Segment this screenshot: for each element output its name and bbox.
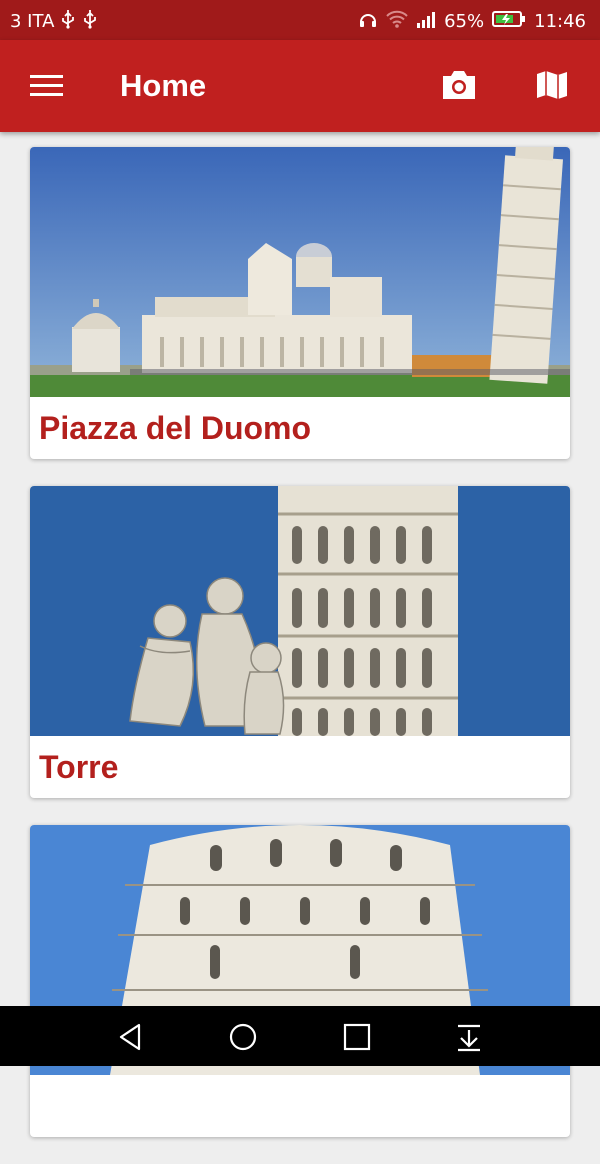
map-icon[interactable] xyxy=(535,68,569,107)
recents-icon[interactable] xyxy=(340,1020,374,1054)
system-nav-bar xyxy=(0,1006,600,1066)
card-photo-torre xyxy=(30,486,570,736)
usb-icon xyxy=(60,9,76,34)
card-title xyxy=(30,1075,570,1137)
headphones-icon xyxy=(358,9,378,34)
card-battistero[interactable] xyxy=(30,825,570,1137)
clock: 11:46 xyxy=(534,11,586,32)
battery-percent: 65% xyxy=(444,11,485,32)
back-icon[interactable] xyxy=(113,1020,147,1054)
notifications-pull-icon[interactable] xyxy=(452,1020,486,1054)
card-photo-piazza xyxy=(30,147,570,397)
menu-icon[interactable] xyxy=(30,74,64,98)
usb-icon xyxy=(82,9,98,34)
camera-icon[interactable] xyxy=(440,68,478,107)
card-torre[interactable]: Torre xyxy=(30,486,570,798)
home-icon[interactable] xyxy=(226,1020,260,1054)
wifi-icon xyxy=(386,9,408,34)
card-piazza-del-duomo[interactable]: Piazza del Duomo xyxy=(30,147,570,459)
app-bar: Home xyxy=(0,40,600,132)
battery-charging-icon xyxy=(492,10,526,33)
card-title: Piazza del Duomo xyxy=(39,409,312,446)
card-title: Torre xyxy=(39,748,119,785)
page-title: Home xyxy=(120,68,207,103)
signal-icon xyxy=(416,9,436,34)
status-bar: 3 ITA 65% 11:46 xyxy=(0,0,600,40)
carrier-label: 3 ITA xyxy=(10,11,55,32)
